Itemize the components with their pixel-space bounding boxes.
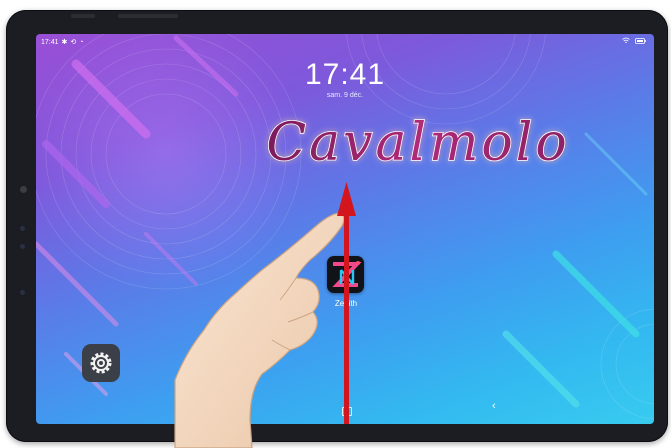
wifi-icon bbox=[622, 37, 630, 43]
status-bar[interactable]: 17:41 ✱ ⟲ ◔ bbox=[36, 34, 654, 48]
sensor-dot bbox=[20, 244, 25, 249]
tablet-screen[interactable]: 17:41 ✱ ⟲ ◔ 17:41 sam. 9 déc. Zenith ‹ bbox=[36, 34, 654, 424]
sensor-dot bbox=[20, 290, 25, 295]
recents-icon[interactable] bbox=[342, 407, 352, 416]
gear-icon[interactable] bbox=[82, 344, 120, 382]
lockscreen-date: sam. 9 déc. bbox=[326, 92, 364, 99]
app-label[interactable]: Zenith bbox=[320, 299, 372, 308]
hardware-button bbox=[71, 14, 95, 18]
status-right bbox=[622, 37, 646, 44]
status-left: 17:41 ✱ ⟲ ◔ bbox=[41, 38, 84, 47]
lockscreen-clock: 17:41 bbox=[304, 58, 386, 91]
zenith-app-icon[interactable] bbox=[327, 256, 364, 293]
settings-gear-icon bbox=[90, 352, 112, 374]
sync-icon: ⟲ bbox=[70, 39, 77, 46]
bluetooth-icon: ✱ bbox=[61, 39, 68, 46]
back-icon[interactable]: ‹ bbox=[492, 400, 496, 412]
camera-icon bbox=[20, 186, 27, 193]
zenith-logo-icon bbox=[332, 261, 362, 287]
status-time: 17:41 bbox=[41, 38, 59, 46]
volume-button bbox=[118, 14, 178, 18]
battery-icon bbox=[635, 37, 646, 44]
sensor-dot bbox=[20, 226, 25, 231]
alarm-icon: ◔ bbox=[79, 38, 84, 46]
